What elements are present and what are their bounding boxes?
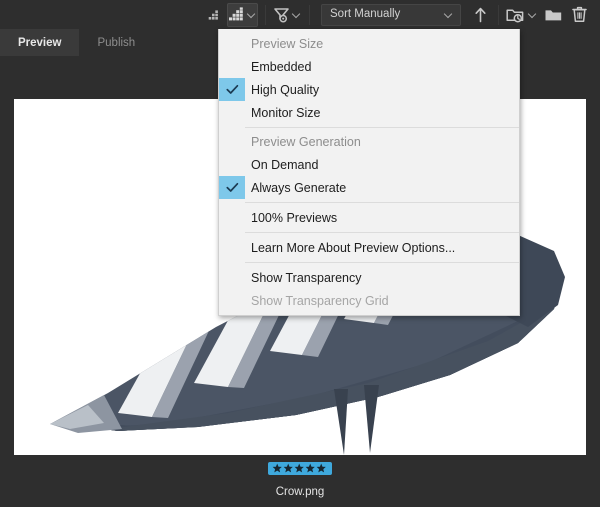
thumbnail-size-large-icon[interactable] — [227, 2, 258, 27]
menu-check-slot — [219, 55, 245, 78]
menu-item-embedded[interactable]: Embedded — [219, 55, 519, 78]
chevron-down-icon — [529, 10, 538, 19]
toolbar-divider — [498, 4, 499, 25]
menu-check-slot — [219, 266, 245, 289]
sort-dropdown-value: Sort Manually — [330, 7, 401, 20]
menu-item-show-transparency[interactable]: Show Transparency — [219, 266, 519, 289]
menu-check-slot — [219, 101, 245, 124]
application-window: Sort Manually Preview Publish Crow.png P… — [0, 0, 600, 507]
toolbar-divider — [309, 4, 310, 25]
delete-icon[interactable] — [568, 3, 590, 27]
rating-stars[interactable] — [268, 462, 332, 475]
tab-preview[interactable]: Preview — [0, 29, 80, 56]
menu-separator — [245, 232, 519, 233]
recent-folders-icon[interactable] — [506, 3, 538, 27]
thumbnail-size-small-icon[interactable] — [201, 3, 223, 27]
menu-gutter — [219, 33, 245, 56]
new-folder-icon[interactable] — [542, 3, 564, 27]
filter-icon[interactable] — [273, 3, 302, 27]
menu-item-monitor-size[interactable]: Monitor Size — [219, 101, 519, 124]
menu-item-100-percent-previews[interactable]: 100% Previews — [219, 206, 519, 229]
sort-ascending-button[interactable] — [469, 3, 491, 27]
menu-check-slot — [219, 153, 245, 176]
menu-item-on-demand[interactable]: On Demand — [219, 153, 519, 176]
tab-publish[interactable]: Publish — [79, 29, 153, 56]
menu-separator — [245, 127, 519, 128]
menu-item-learn-more[interactable]: Learn More About Preview Options... — [219, 236, 519, 259]
toolbar-divider — [265, 4, 266, 25]
file-meta: Crow.png — [0, 462, 600, 499]
menu-separator — [245, 202, 519, 203]
tab-preview-label: Preview — [18, 36, 62, 49]
menu-item-always-generate[interactable]: Always Generate — [219, 176, 519, 199]
menu-check-slot — [219, 206, 245, 229]
checkmark-icon — [219, 176, 245, 199]
file-name-label: Crow.png — [275, 486, 325, 498]
menu-header-preview-generation: Preview Generation — [219, 131, 519, 153]
menu-check-slot — [219, 236, 245, 259]
toolbar: Sort Manually — [0, 0, 600, 29]
preview-options-menu[interactable]: Preview Size Embedded High Quality Monit… — [218, 29, 520, 316]
sort-dropdown[interactable]: Sort Manually — [321, 3, 461, 26]
menu-item-high-quality[interactable]: High Quality — [219, 78, 519, 101]
menu-separator — [245, 262, 519, 263]
menu-check-slot — [219, 289, 245, 312]
chevron-down-icon — [445, 10, 454, 19]
menu-header-preview-size: Preview Size — [219, 33, 519, 55]
chevron-down-icon — [248, 10, 257, 19]
checkmark-icon — [219, 78, 245, 101]
tab-publish-label: Publish — [97, 36, 136, 49]
menu-gutter — [219, 131, 245, 154]
menu-item-show-transparency-grid: Show Transparency Grid — [219, 289, 519, 312]
chevron-down-icon — [293, 10, 302, 19]
